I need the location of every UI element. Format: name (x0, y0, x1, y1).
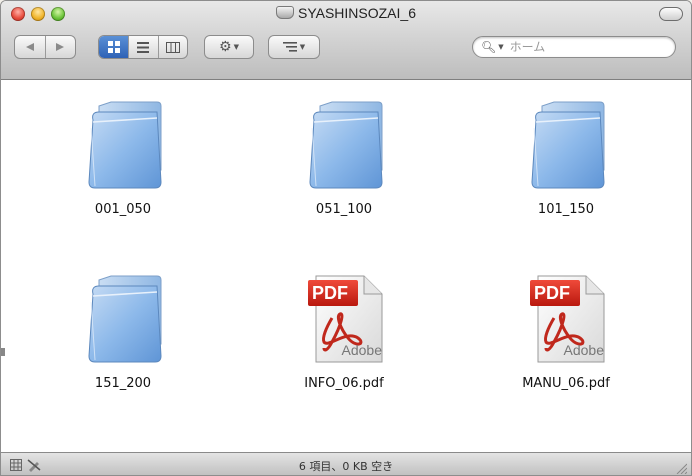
forward-arrow-icon (56, 43, 65, 51)
icon-view-icon (107, 41, 120, 53)
pdf-document-icon: PDF Adobe (302, 272, 386, 364)
window-title: SYASHINSOZAI_6 (1, 5, 691, 21)
arrange-icon (282, 42, 297, 52)
pdf-brand-text: Adobe (563, 342, 604, 358)
folder-icon (81, 98, 165, 190)
view-switcher (98, 35, 188, 59)
action-menu-button[interactable]: ⚙ ▼ (204, 35, 254, 59)
file-name: 001_050 (94, 202, 152, 217)
column-view-icon (165, 41, 180, 53)
window-title-text: SYASHINSOZAI_6 (297, 5, 416, 21)
back-arrow-icon (25, 43, 34, 51)
file-item[interactable]: 001_050 (43, 98, 203, 217)
resize-grip-icon[interactable] (675, 462, 687, 474)
pdf-document-icon: PDF Adobe (524, 272, 608, 364)
arrange-menu-button[interactable]: ▼ (268, 35, 320, 59)
search-icon: 🔍︎ (481, 40, 497, 54)
file-item[interactable]: 051_100 (264, 98, 424, 217)
search-input[interactable] (507, 39, 662, 55)
list-view-button[interactable] (128, 36, 157, 58)
pdf-badge-text: PDF (534, 283, 570, 303)
folder-icon (81, 272, 165, 364)
toolbar-toggle-button[interactable] (659, 7, 683, 21)
file-item[interactable]: 101_150 (486, 98, 646, 217)
folder-icon (524, 98, 608, 190)
file-item[interactable]: 151_200 (43, 272, 203, 391)
list-view-icon (137, 41, 150, 53)
scroll-edge-marker (1, 348, 5, 356)
disk-icon (275, 6, 294, 19)
column-view-button[interactable] (157, 36, 187, 58)
chevron-down-icon: ▼ (299, 43, 306, 51)
chevron-down-icon: ▼ (233, 43, 239, 51)
pdf-badge-text: PDF (312, 283, 348, 303)
folder-icon (302, 98, 386, 190)
file-item[interactable]: PDF Adobe INFO_06.pdf (264, 272, 424, 391)
search-options-icon: ▼ (498, 43, 504, 51)
file-name: INFO_06.pdf (304, 376, 384, 391)
file-name: 051_100 (315, 202, 373, 217)
status-bar: 6 項目、0 KB 空き (1, 452, 691, 475)
file-item[interactable]: PDF Adobe MANU_06.pdf (486, 272, 646, 391)
forward-button[interactable] (44, 36, 75, 58)
title-bar[interactable]: SYASHINSOZAI_6 ⚙ ▼ ▼ 🔍︎ ▼ ホーム (1, 1, 691, 80)
back-button[interactable] (15, 36, 45, 58)
arrange-button-inner[interactable]: ▼ (269, 36, 319, 58)
action-button-inner[interactable]: ⚙ ▼ (205, 36, 253, 58)
back-forward-control (14, 35, 76, 59)
file-name: MANU_06.pdf (522, 376, 610, 391)
finder-window: SYASHINSOZAI_6 ⚙ ▼ ▼ 🔍︎ ▼ ホーム 001_050 05… (0, 0, 692, 476)
file-name: 151_200 (94, 376, 152, 391)
file-name: 101_150 (537, 202, 595, 217)
gear-icon: ⚙ (219, 39, 232, 55)
file-area[interactable]: 001_050 051_100 101_150 151_200 PDF Adob… (1, 80, 691, 452)
search-field[interactable]: 🔍︎ ▼ (472, 36, 676, 58)
pdf-brand-text: Adobe (341, 342, 382, 358)
status-text: 6 項目、0 KB 空き (298, 460, 394, 473)
icon-view-button[interactable] (99, 36, 129, 58)
